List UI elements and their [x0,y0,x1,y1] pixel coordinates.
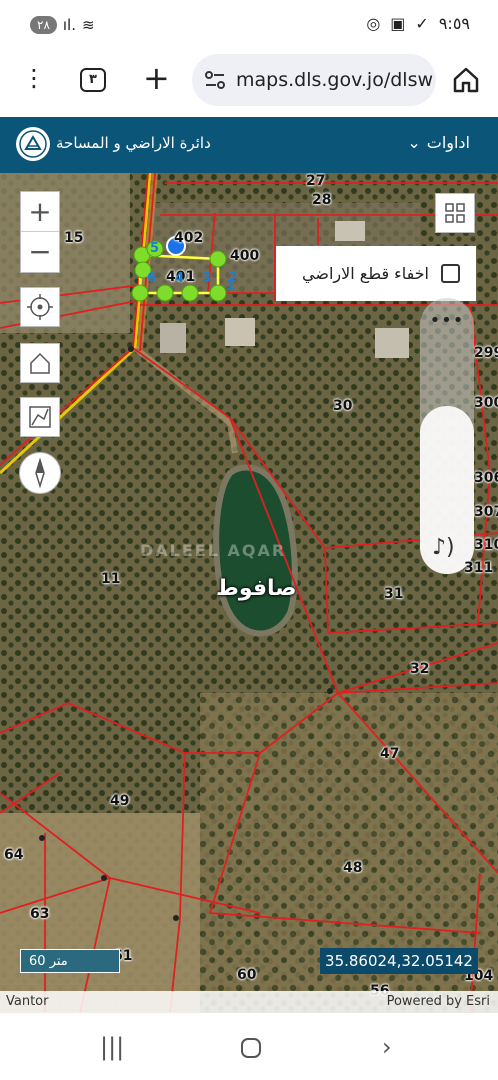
parcel-label: 64 [4,847,24,863]
zoom-in-icon[interactable]: + [21,192,59,232]
parcel-label: 28 [312,192,332,208]
parcel-label: 47 [380,746,400,762]
parcel-label: 400 [230,248,260,264]
place-name-label: صافوط [216,576,297,601]
parcel-label: 306 [474,470,498,486]
browser-menu-icon[interactable]: ⋮ [22,66,46,92]
parcel-label: 15 [64,230,84,246]
signal-icon: ıl. [62,16,76,34]
parcel-label: 310 [474,537,498,553]
wifi-icon: ≋ [82,16,95,34]
attribution-bar: Vantor Powered by Esri [0,991,498,1013]
scale-bar: 60 متر [20,949,120,973]
parcel-label: 311 [464,560,494,576]
parcel-label: 11 [101,571,121,587]
watermark: DALEEL AQAR [140,541,287,560]
status-bar: ٢٨ ıl. ≋ ◎ ▣ ✓ ٩:٥٩ [0,0,498,48]
attribution-esri[interactable]: Powered by Esri [387,994,490,1009]
url-bar[interactable]: maps.dls.gov.jo/dlsw [192,54,436,106]
org-name: دائرة الاراضي و المساحة [56,134,211,152]
parcel-label: 402 [174,230,204,246]
status-right: ◎ ▣ ✓ ٩:٥٩ [366,14,470,33]
home-nav-icon[interactable] [240,1037,262,1059]
parcel-label: 307 [474,504,498,520]
hide-parcels-toggle[interactable]: اخفاء قطع الاراضي [276,246,476,301]
volume-panel: ••• ♪) [420,298,474,574]
parcel-label: 60 [237,967,257,983]
parcel-label: 31 [384,586,404,602]
vertex-number: 3 [202,271,212,286]
parcel-label: 32 [410,661,430,677]
url-text[interactable]: maps.dls.gov.jo/dlsw [236,69,433,91]
parcel-label: 30 [333,398,353,414]
tools-menu-button[interactable]: ⌄ اداوات [407,133,470,152]
battery-indicator: ٢٨ [30,16,57,34]
vertex-number: 6 [147,271,157,286]
site-settings-icon[interactable] [204,71,226,89]
default-extent-button[interactable] [20,343,60,383]
attribution-source: Vantor [6,994,49,1009]
measure-icon [29,406,51,428]
status-left: ٢٨ ıl. ≋ [30,16,95,34]
vertex-number: 4 [175,271,185,286]
measure-button[interactable] [20,397,60,437]
parcel-label: 63 [30,906,50,922]
music-note-icon: ♪) [432,535,455,560]
vertex-number: 2 [228,271,238,286]
hide-parcels-label: اخفاء قطع الاراضي [302,264,429,283]
locate-button[interactable] [20,287,60,327]
qr-grid-icon [445,203,465,223]
crosshair-icon [27,294,53,320]
system-navigation-bar: ||| › [0,1013,498,1080]
parcel-label: 27 [306,173,326,189]
dls-logo [16,127,50,161]
logo-emblem-icon [19,130,47,158]
parcel-label: 299 [474,345,498,361]
new-tab-icon[interactable]: + [143,60,170,96]
check-icon: ✓ [415,14,429,33]
parcel-label: 49 [110,793,130,809]
vertex-number: 5 [150,241,160,256]
map-view[interactable]: + − اخفاء قطع الاراضي ••• ♪) 27 28 15 40… [0,173,498,1013]
hide-parcels-checkbox[interactable] [441,264,460,283]
parcel-label: 300 [474,395,498,411]
recent-apps-icon[interactable]: ||| [100,1033,124,1061]
coordinates-readout: 35.86024,32.05142 [320,948,478,974]
compass-icon [35,457,45,489]
browser-toolbar: ⋮ ٣ + maps.dls.gov.jo/dlsw [0,48,498,112]
parcel-label: 48 [343,860,363,876]
more-options-icon[interactable]: ••• [420,310,474,331]
volume-slider[interactable]: ♪) [420,406,474,574]
screenshot-icon: ▣ [390,14,406,33]
browser-home-icon[interactable] [452,66,480,94]
tools-label: اداوات [426,133,470,152]
back-icon[interactable]: › [382,1033,392,1061]
tab-count-button[interactable]: ٣ [80,68,106,92]
basemap-gallery-button[interactable] [435,193,475,233]
zoom-out-icon[interactable]: − [21,232,59,272]
chevron-down-icon: ⌄ [407,133,421,152]
compass-button[interactable] [19,452,61,494]
whatsapp-icon: ◎ [366,14,381,33]
home-icon [30,352,50,374]
clock-time: ٩:٥٩ [438,14,470,33]
zoom-controls: + − [20,191,60,273]
app-header: دائرة الاراضي و المساحة ⌄ اداوات [0,117,498,173]
